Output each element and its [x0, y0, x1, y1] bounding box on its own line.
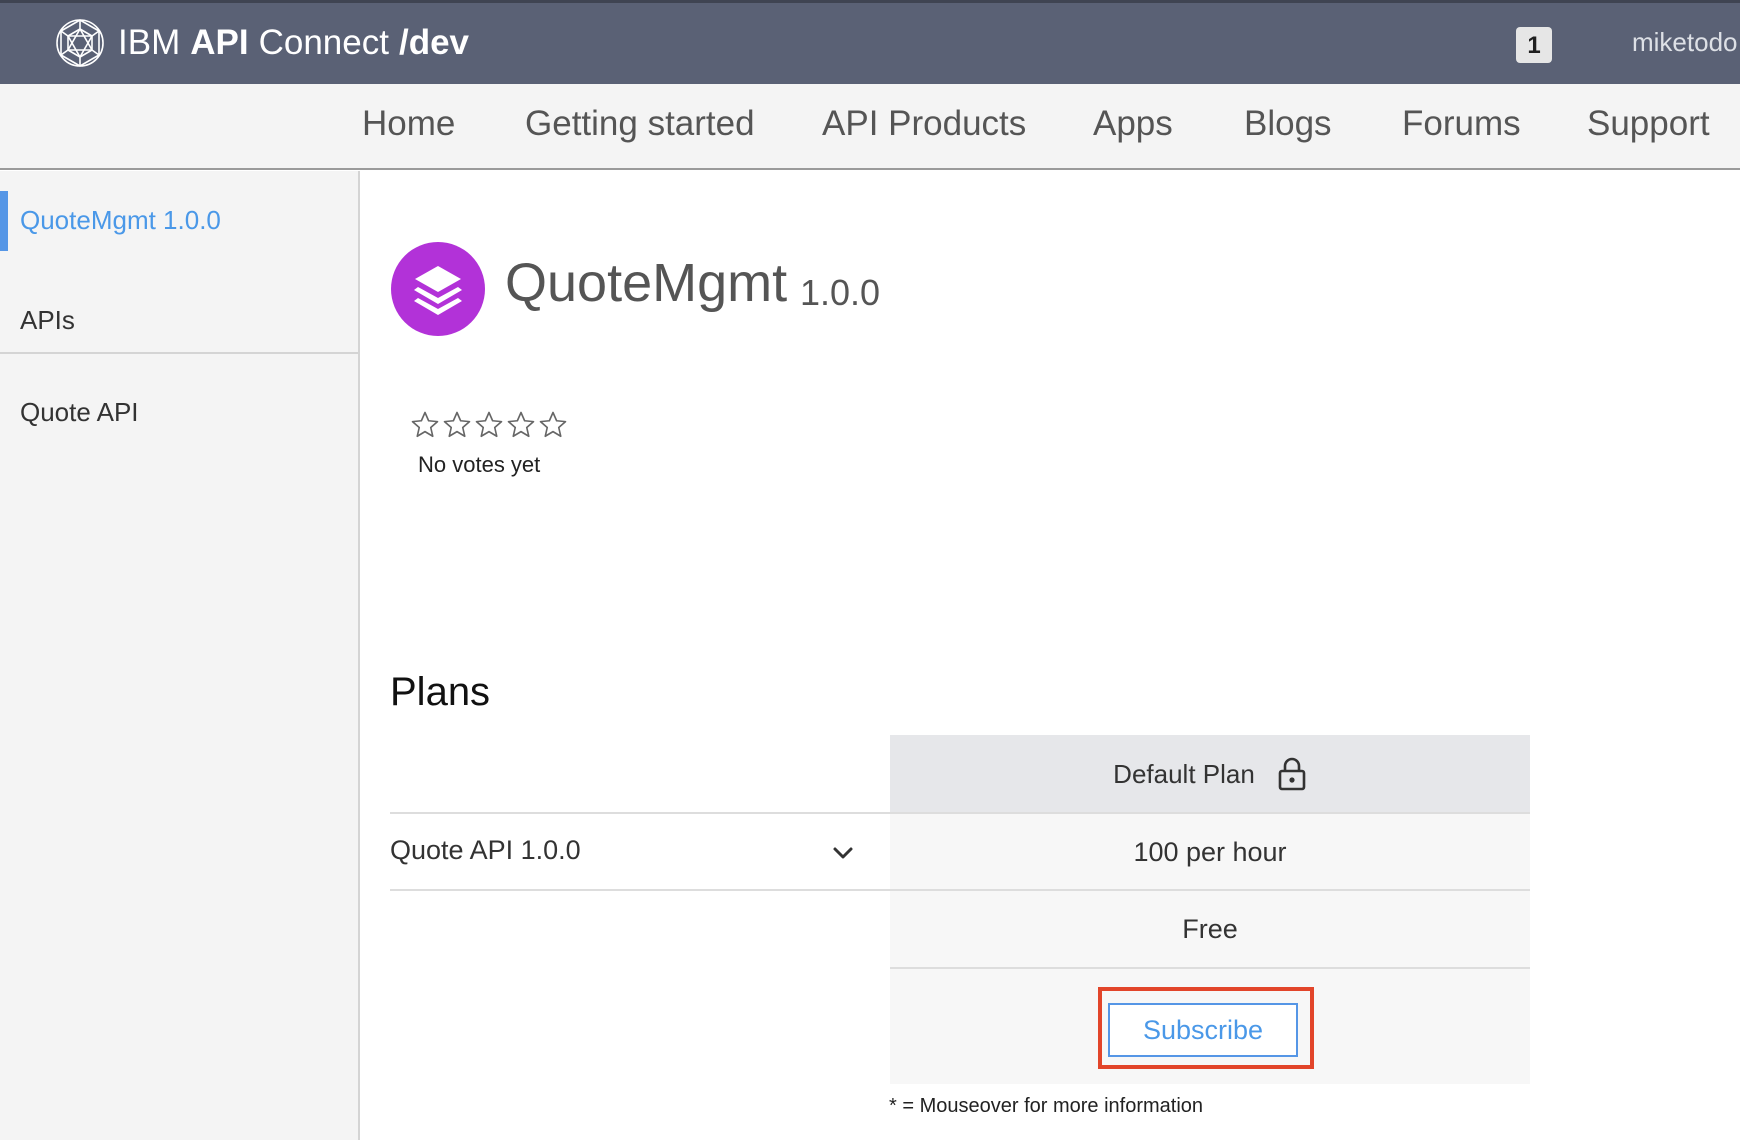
votes-text: No votes yet: [418, 452, 541, 477]
sidebar: QuoteMgmt 1.0.0 APIs Quote API: [0, 171, 360, 1140]
nav-forums[interactable]: Forums: [1402, 104, 1521, 144]
sidebar-item-product[interactable]: QuoteMgmt 1.0.0: [20, 205, 221, 236]
layers-icon: [414, 266, 462, 315]
brand-connect: Connect: [258, 23, 389, 62]
nav-getting-started[interactable]: Getting started: [525, 104, 755, 144]
notification-badge[interactable]: 1: [1516, 27, 1552, 63]
brand-environment: /dev: [398, 23, 470, 62]
nav-support[interactable]: Support: [1587, 104, 1710, 144]
star-outline-icon[interactable]: [410, 410, 440, 440]
brand-api: API: [190, 23, 249, 62]
footnote: * = Mouseover for more information: [889, 1095, 1204, 1117]
nav-api-products[interactable]: API Products: [822, 104, 1026, 144]
nav-apps[interactable]: Apps: [1093, 104, 1173, 144]
sidebar-divider: [0, 352, 358, 354]
product-title: QuoteMgmt: [505, 253, 788, 313]
nav-home[interactable]: Home: [362, 104, 455, 144]
rate-limit-text: 100 per hour: [1133, 836, 1287, 867]
lock-icon: [1278, 757, 1306, 791]
plan-price: Free: [890, 891, 1530, 967]
product-version: 1.0.0: [800, 272, 881, 313]
brand[interactable]: IBM API Connect /dev: [54, 13, 469, 73]
plan-header: Default Plan: [890, 735, 1530, 813]
plans-heading: Plans: [390, 670, 491, 714]
sidebar-section-apis: APIs: [20, 305, 75, 335]
chevron-down-icon[interactable]: [830, 840, 856, 866]
sidebar-item-quote-api[interactable]: Quote API: [20, 397, 139, 428]
nav-blogs[interactable]: Blogs: [1244, 104, 1332, 144]
sidebar-active-indicator: [0, 191, 8, 251]
star-outline-icon[interactable]: [538, 410, 568, 440]
star-outline-icon[interactable]: [474, 410, 504, 440]
row-divider: [390, 812, 890, 814]
api-row-label: Quote API 1.0.0: [390, 835, 581, 865]
user-menu[interactable]: miketodo: [1632, 27, 1738, 58]
plan-rate-limit: 100 per hour: [890, 814, 1530, 890]
brand-ibm: IBM: [118, 23, 181, 62]
plan-name: Default Plan: [1113, 758, 1255, 789]
main-nav: Home Getting started API Products Apps B…: [0, 84, 1740, 170]
product-avatar: [391, 242, 485, 336]
rating-stars[interactable]: [410, 410, 568, 440]
subscribe-button[interactable]: Subscribe: [1108, 1003, 1298, 1057]
star-outline-icon[interactable]: [506, 410, 536, 440]
ibm-api-connect-logo-icon: [56, 19, 104, 67]
price-text: Free: [1182, 913, 1238, 944]
star-outline-icon[interactable]: [442, 410, 472, 440]
top-header-bar: IBM API Connect /dev 1 miketodo: [0, 0, 1740, 84]
